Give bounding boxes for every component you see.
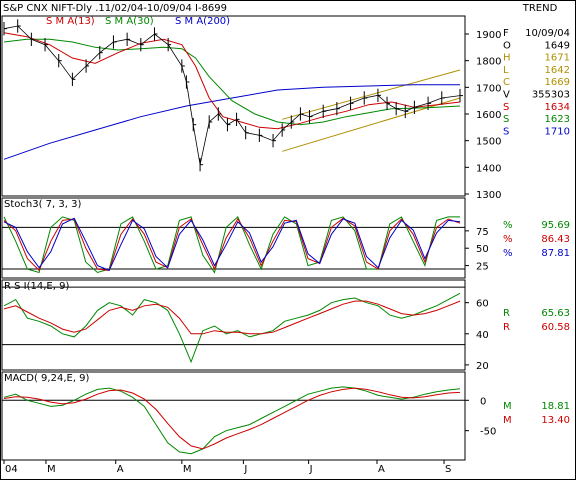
x-tick-label: S [445,464,451,475]
chart-header-title: S&P CNX NIFT-Dly .11/02/04-10/09/04 I-86… [3,3,227,14]
macd-title: MACD( 9,24,E, 9) [4,373,90,384]
rsi-readout-value: 60.58 [541,322,570,333]
x-axis: 04 M A M J J A S [3,460,451,475]
price-readout-label: C [503,77,510,88]
rsi-line-0 [3,292,461,364]
trend-label: TREND [522,3,558,14]
stoch-panel-frame [1,197,466,279]
rsi-panel: 60 40 20 R 65.63 R 60.58 [2,286,570,372]
price-readout-label: H [503,53,511,64]
stoch-readout-value: 86.43 [541,234,570,245]
stoch-readout-value: 95.69 [541,220,570,231]
legend-sma200: S M A(200) [175,16,230,27]
price-panel: 1900 1800 1700 1600 1500 1400 1300 F 10/09/04 O 16… [3,19,570,201]
price-y-tick-label: 1500 [476,137,501,148]
rsi-panel-frame [1,279,466,371]
price-readout-value: 1642 [545,65,570,76]
macd-readout-label: M [503,401,512,412]
macd-readout-value: 18.81 [541,401,570,412]
price-readout-value: 1710 [545,126,570,137]
price-readout-label: O [503,40,511,51]
price-readout-value: 1669 [545,77,570,88]
price-readout-value: 1649 [545,40,570,51]
rsi-readout-value: 65.63 [541,308,570,319]
price-readout-value: 1623 [545,114,570,125]
price-panel-frame [1,15,466,197]
rsi-line-1 [3,300,461,335]
price-y-tick-label: 1600 [476,110,501,121]
price-readout-label: F [503,28,509,39]
stoch-line-2 [3,217,461,272]
legend-sma30: S M A(30) [105,16,154,27]
macd-readout-label: M [503,415,512,426]
macd-y-tick-label: 0 [480,396,486,407]
macd-panel: 0 -50 M 18.81 M 13.40 [2,386,570,455]
stoch-line-1 [3,217,461,272]
legend-sma13: S M A(13) [46,16,95,27]
rsi-y-tick-label: 60 [476,299,489,310]
price-readout-label: L [503,65,509,76]
rsi-y-tick-label: 40 [476,330,489,341]
stoch-title: Stoch3( 7, 3, 3) [4,199,81,210]
macd-readout-value: 13.40 [541,415,570,426]
price-readout-value: 1634 [545,102,570,113]
price-readout-value: 1671 [545,53,570,64]
price-y-tick-label: 1700 [476,83,501,94]
stoch-panel: 75 50 25% 95.69% 86.43% 87.81 [2,216,570,274]
rsi-readout-label: R [503,308,510,319]
price-y-tick-label: 1900 [476,30,501,41]
x-tick-label: M [183,464,192,475]
x-tick-label: J [243,464,247,475]
macd-line-0 [3,386,461,455]
outer-frame [0,0,576,480]
price-readout-label: S [503,126,509,137]
x-tick-label: 04 [5,464,18,475]
macd-y-tick-label: -50 [480,427,496,438]
price-y-tick-label: 1800 [476,57,501,68]
price-readout-value: 355303 [532,90,570,101]
price-readout-label: S [503,102,509,113]
price-readout-label: V [503,90,510,101]
x-tick-label: J [309,464,313,475]
stoch-y-tick-label: 75 [476,227,489,238]
rsi-readout-label: R [503,322,510,333]
rsi-title: R S I(14,E, 9) [4,281,69,292]
stoch-y-tick-label: 50 [476,244,489,255]
stoch-readout-label: % [503,248,513,259]
price-readout-label: S [503,114,509,125]
macd-panel-frame [1,371,466,461]
x-tick-label: M [47,464,56,475]
stoch-readout-label: % [503,220,513,231]
technical-chart: S&P CNX NIFT-Dly .11/02/04-10/09/04 I-86… [0,0,576,480]
channel-line-lower [282,97,461,152]
stoch-line-0 [3,216,460,274]
stoch-readout-label: % [503,234,513,245]
x-tick-label: A [117,464,124,475]
price-y-tick-label: 1400 [476,163,501,174]
price-close-line [3,25,461,165]
stoch-y-tick-label: 25 [476,262,489,273]
stoch-readout-value: 87.81 [541,248,570,259]
price-readout-value: 10/09/04 [525,28,570,39]
rsi-y-tick-label: 20 [476,361,489,372]
price-y-tick-label: 1300 [476,190,501,201]
x-tick-label: A [378,464,385,475]
